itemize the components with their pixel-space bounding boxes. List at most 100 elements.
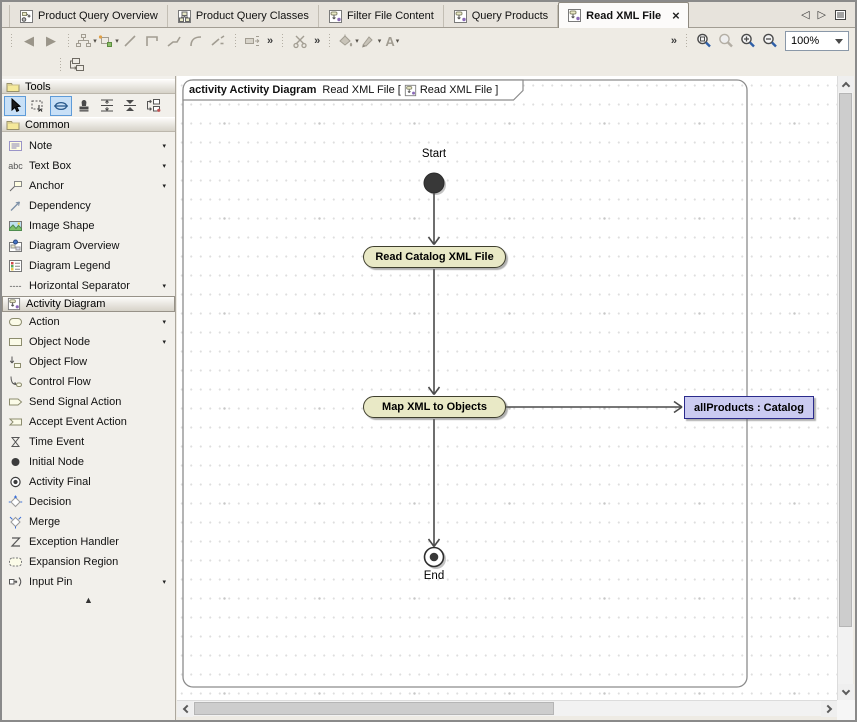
dropdown-caret-icon[interactable]: ▾	[162, 282, 166, 290]
sidebar-scroll-up-button[interactable]: ▲	[2, 595, 175, 605]
action-read-catalog-xml-file[interactable]: Read Catalog XML File	[363, 246, 506, 268]
sidebar-item-exception-handler[interactable]: Exception Handler	[2, 532, 175, 552]
toolbar-drag-handle[interactable]	[281, 34, 284, 49]
sidebar-item-activity-final[interactable]: Activity Final	[2, 472, 175, 492]
layout-hierarchy-button[interactable]: ▾	[75, 30, 97, 52]
tab-list-icon[interactable]	[834, 9, 847, 21]
swap-elements-tool-button[interactable]	[142, 96, 164, 116]
scroll-tabs-right-button[interactable]: ▷	[818, 8, 826, 21]
tab-query-products[interactable]: Query Products	[444, 5, 558, 27]
dropdown-caret-icon[interactable]: ▾	[162, 318, 166, 326]
sidebar-item-initial-node[interactable]: Initial Node	[2, 452, 175, 472]
sidebar-item-anchor[interactable]: Anchor ▾	[2, 176, 175, 196]
zoom-in-button[interactable]	[737, 30, 759, 52]
control-flow-map-to-end[interactable]	[429, 419, 440, 547]
tab-product-query-overview[interactable]: Product Query Overview	[9, 5, 168, 27]
dropdown-caret-icon[interactable]: ▾	[162, 338, 166, 346]
dropdown-caret-icon[interactable]: ▾	[162, 182, 166, 190]
toolbar-drag-handle[interactable]	[67, 34, 70, 49]
sidebar-item-object-node[interactable]: Object Node ▾	[2, 332, 175, 352]
back-button[interactable]: ◀	[18, 30, 40, 52]
overflow-chevron[interactable]: »	[671, 35, 677, 47]
sidebar-item-dependency[interactable]: Dependency	[2, 196, 175, 216]
zoom-out-button[interactable]	[759, 30, 781, 52]
stamp-tool-button[interactable]	[73, 96, 95, 116]
sidebar-item-input-pin[interactable]: Input Pin ▾	[2, 572, 175, 592]
select-tool-button[interactable]	[4, 96, 26, 116]
scroll-up-button[interactable]	[838, 76, 854, 92]
sidebar-item-action[interactable]: Action ▾	[2, 312, 175, 332]
show-containment-button[interactable]	[67, 54, 89, 76]
sidebar-item-merge[interactable]: Merge	[2, 512, 175, 532]
zoom-selection-button[interactable]	[715, 30, 737, 52]
sidebar-item-note[interactable]: Note ▾	[2, 136, 175, 156]
tab-filter-file-content[interactable]: Filter File Content	[319, 5, 444, 27]
overflow-chevron[interactable]: »	[314, 35, 320, 47]
cut-button[interactable]	[289, 30, 311, 52]
dropdown-caret-icon[interactable]: ▾	[162, 142, 166, 150]
pen-icon	[359, 33, 377, 49]
sidebar-item-send-signal-action[interactable]: Send Signal Action	[2, 392, 175, 412]
object-flow-map-to-catalog[interactable]	[506, 402, 682, 413]
add-related-elements-button[interactable]: ▾	[97, 30, 119, 52]
reset-label-positions-button[interactable]	[242, 30, 264, 52]
path-spline-button[interactable]	[207, 30, 229, 52]
sidebar-item-object-flow[interactable]: Object Flow	[2, 352, 175, 372]
sidebar-item-diagram-overview[interactable]: Diagram Overview	[2, 236, 175, 256]
zoom-level-combobox[interactable]: 100%	[785, 31, 849, 51]
dropdown-caret-icon[interactable]: ▾	[162, 578, 166, 586]
diagram-canvas[interactable]: activity Activity Diagram Read XML File …	[177, 76, 837, 700]
sidebar-item-text-box[interactable]: abc Text Box ▾	[2, 156, 175, 176]
sidebar-item-time-event[interactable]: Time Event	[2, 432, 175, 452]
marquee-select-tool-button[interactable]	[27, 96, 49, 116]
line-color-button[interactable]: ▾	[359, 30, 382, 52]
sidebar-item-expansion-region[interactable]: Expansion Region	[2, 552, 175, 572]
common-section-header[interactable]: Common	[2, 117, 175, 132]
toolbar-drag-handle[interactable]	[10, 34, 13, 49]
scroll-tabs-left-button[interactable]: ◁	[801, 8, 809, 21]
tab-read-xml-file[interactable]: Read XML File ×	[558, 2, 689, 28]
sidebar-item-image-shape[interactable]: Image Shape	[2, 216, 175, 236]
toolbar-drag-handle[interactable]	[328, 34, 331, 49]
toolbar-drag-handle[interactable]	[59, 58, 62, 73]
tools-section-header[interactable]: Tools	[2, 79, 175, 94]
path-curved-button[interactable]	[185, 30, 207, 52]
close-tab-icon[interactable]: ×	[672, 11, 680, 21]
object-node-allproducts-catalog[interactable]: allProducts : Catalog	[684, 396, 814, 419]
zoom-region-button[interactable]	[693, 30, 715, 52]
compress-tool-button[interactable]	[119, 96, 141, 116]
sidebar-item-horizontal-separator[interactable]: ---- Horizontal Separator ▾	[2, 276, 175, 296]
sidebar-item-diagram-legend[interactable]: Diagram Legend	[2, 256, 175, 276]
scroll-left-button[interactable]	[177, 701, 193, 717]
link-tool-button[interactable]	[50, 96, 72, 116]
scroll-down-button[interactable]	[838, 684, 854, 700]
initial-node[interactable]	[424, 173, 444, 193]
start-node-label[interactable]: Start	[414, 148, 454, 160]
toolbar-drag-handle[interactable]	[234, 34, 237, 49]
horizontal-scrollbar-thumb[interactable]	[194, 702, 554, 715]
sidebar-item-accept-event-action[interactable]: Accept Event Action	[2, 412, 175, 432]
sidebar-item-decision[interactable]: Decision	[2, 492, 175, 512]
path-oblique-button[interactable]	[163, 30, 185, 52]
dropdown-caret-icon[interactable]: ▾	[162, 162, 166, 170]
end-node-label[interactable]: End	[414, 570, 454, 582]
overflow-chevron[interactable]: »	[267, 35, 273, 47]
font-color-button[interactable]: A ▾	[381, 30, 403, 52]
action-map-xml-to-objects[interactable]: Map XML to Objects	[363, 396, 506, 418]
tab-product-query-classes[interactable]: Product Query Classes	[168, 5, 319, 27]
compress-icon	[122, 98, 138, 113]
vertical-scrollbar-thumb[interactable]	[839, 93, 852, 627]
distribute-vertical-tool-button[interactable]	[96, 96, 118, 116]
horizontal-scrollbar[interactable]	[177, 700, 837, 716]
toolbar-drag-handle[interactable]	[685, 34, 688, 49]
path-direct-button[interactable]	[119, 30, 141, 52]
control-flow-start-to-read[interactable]	[429, 193, 440, 245]
path-rectilinear-button[interactable]	[141, 30, 163, 52]
vertical-scrollbar[interactable]	[837, 76, 853, 700]
control-flow-read-to-map[interactable]	[429, 269, 440, 395]
sidebar-item-control-flow[interactable]: Control Flow	[2, 372, 175, 392]
fill-color-button[interactable]: ▾	[336, 30, 359, 52]
activity-diagram-section-header[interactable]: Activity Diagram	[2, 296, 175, 312]
scroll-right-button[interactable]	[821, 701, 837, 717]
forward-button[interactable]: ▶	[40, 30, 62, 52]
